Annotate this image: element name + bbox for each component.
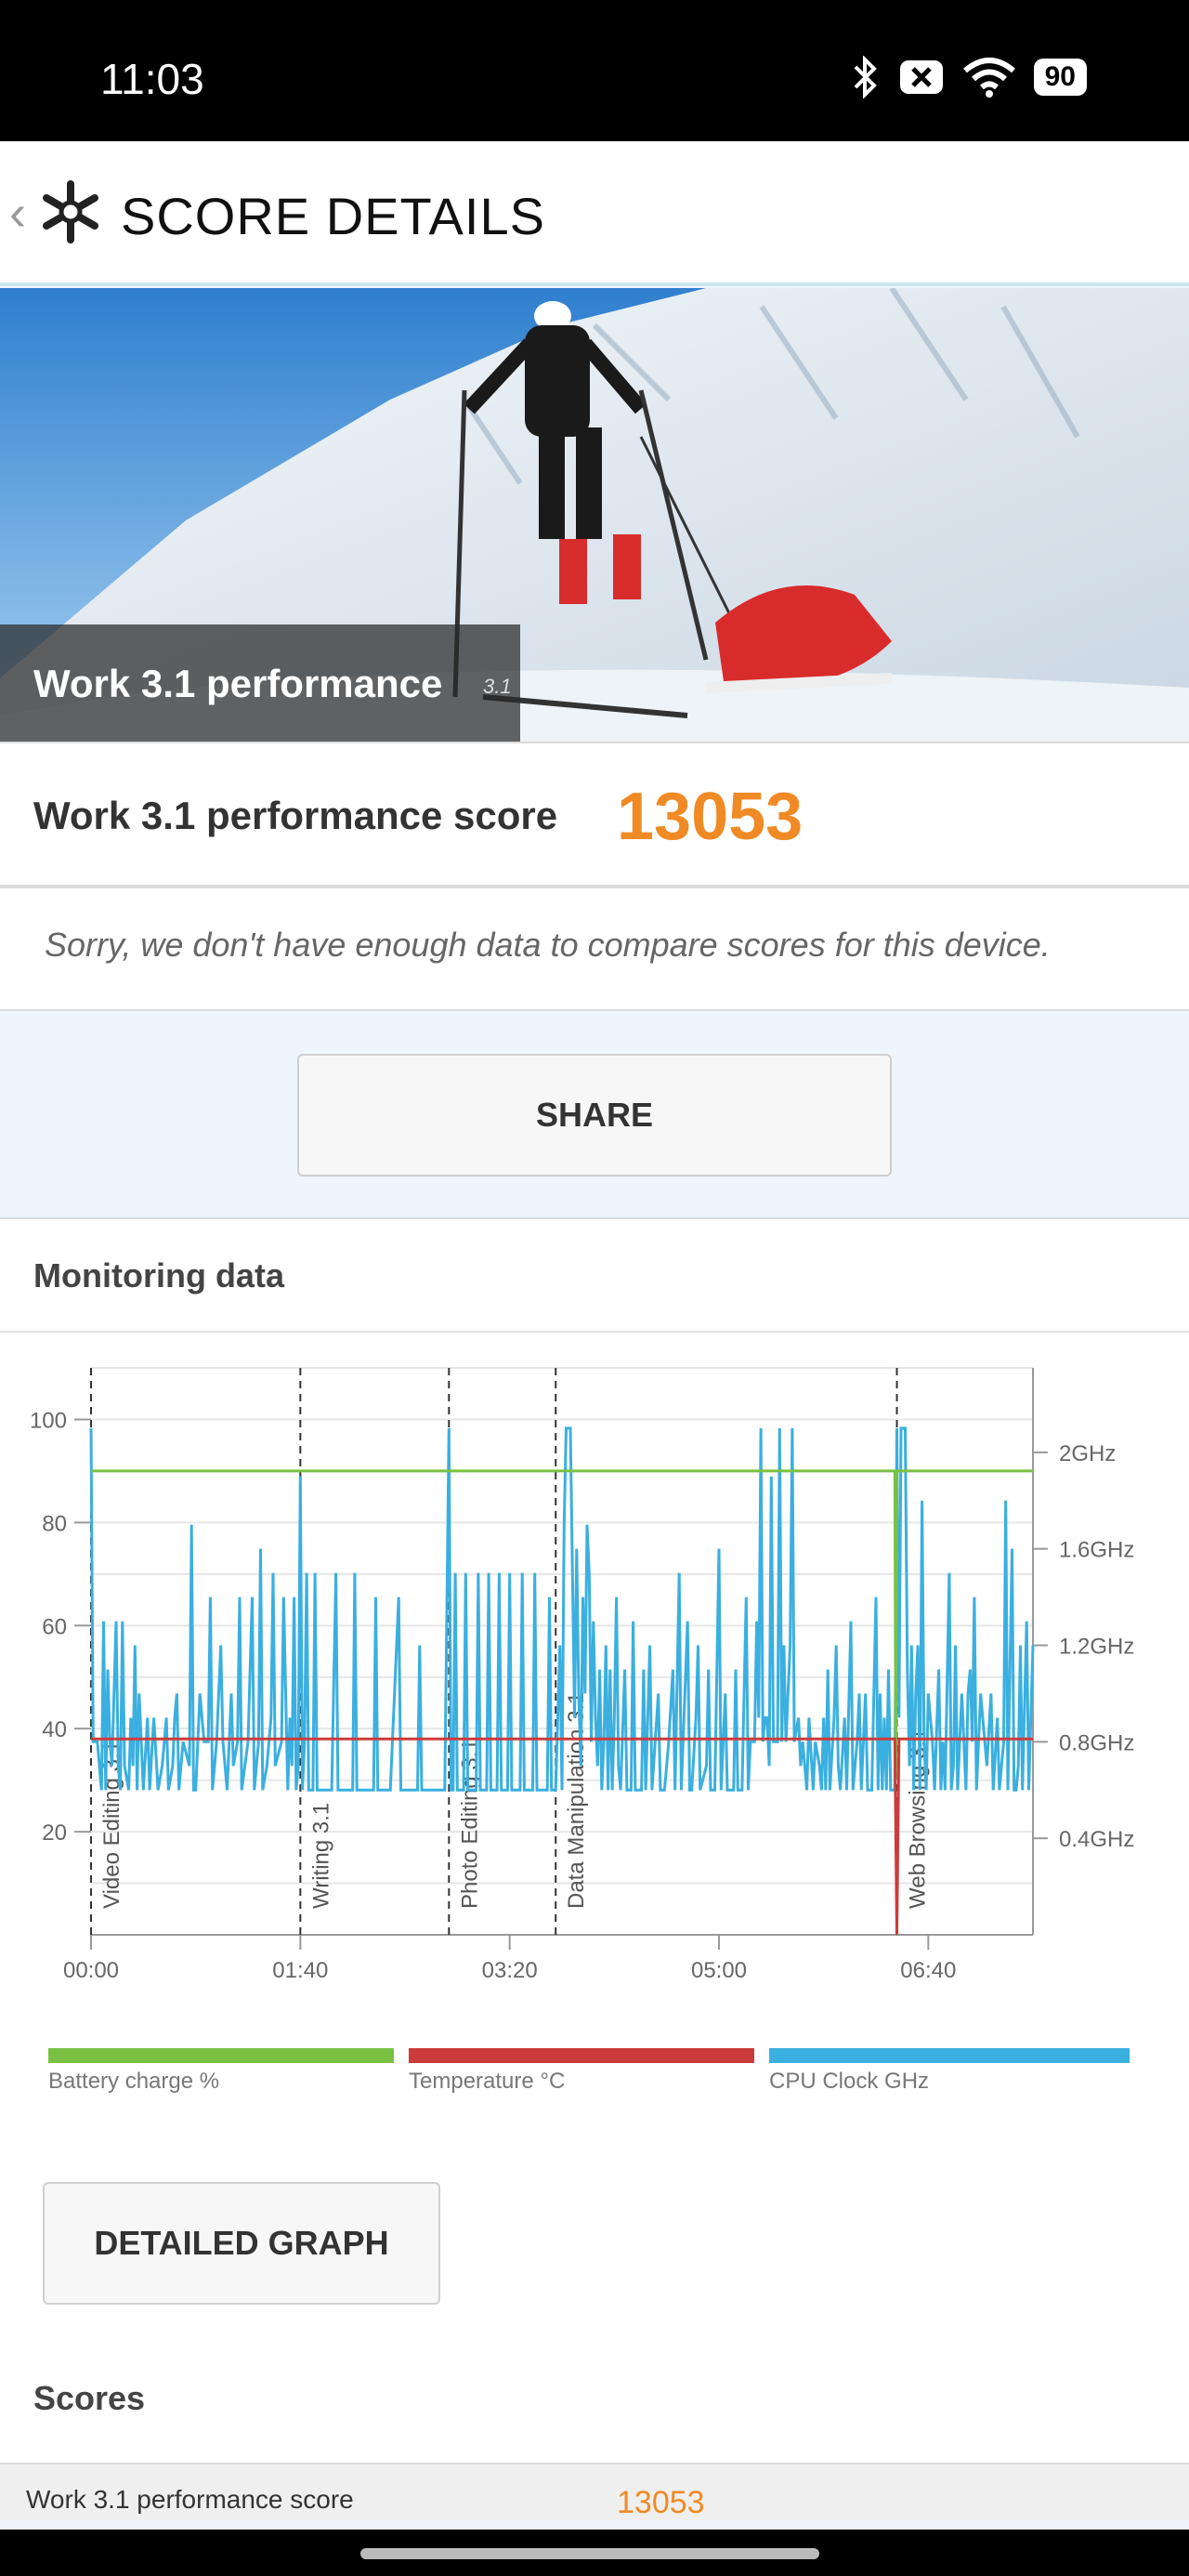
page-title: SCORE DETAILS — [121, 187, 545, 245]
legend-swatch-cpu — [769, 2048, 1130, 2063]
series-line-cpu — [89, 1426, 1035, 1792]
hero-caption: Work 3.1 performance 3.1 — [0, 624, 520, 742]
y-tick-label-left: 20 — [42, 1820, 67, 1846]
hero-version: 3.1 — [483, 675, 512, 698]
share-button[interactable]: SHARE — [297, 1054, 892, 1176]
wifi-icon — [962, 58, 1015, 98]
status-icons: 90 — [848, 56, 1087, 99]
chart-lines — [89, 1426, 1035, 1936]
monitoring-chart[interactable]: 100 80 60 40 20 2GHz 1.6GHz 1.2GHz 0.8GHz 0.4GHz 0… — [0, 1349, 1189, 2037]
section-label: Writing 3.1 — [308, 1803, 333, 1909]
hero-title: Work 3.1 performance — [33, 662, 443, 705]
legend-swatch-battery — [48, 2048, 394, 2063]
x-tick-label: 05:00 — [691, 1958, 747, 1983]
y-tick-label-left: 60 — [42, 1614, 67, 1639]
battery-indicator: 90 — [1033, 59, 1087, 96]
y-tick-label-right: 1.2GHz — [1059, 1635, 1134, 1660]
home-gesture-handle[interactable] — [360, 2548, 819, 2559]
score-row-label: Work 3.1 performance score — [26, 2485, 354, 2514]
y-tick-label-right: 0.8GHz — [1059, 1730, 1134, 1755]
no-signal-icon — [899, 60, 943, 94]
status-bar: 11:03 90 — [0, 0, 1189, 141]
score-card: Work 3.1 performance score 13053 — [0, 742, 1189, 887]
legend-swatch-temperature — [409, 2048, 754, 2063]
score-row-value: 13053 — [617, 2485, 705, 2520]
app-bar: ‹ SCORE DETAILS — [0, 141, 1189, 286]
y-tick-label-right: 0.4GHz — [1059, 1827, 1134, 1852]
legend-label-temperature: Temperature °C — [409, 2069, 566, 2094]
scores-title: Scores — [33, 2379, 146, 2417]
y-tick-label-left: 100 — [30, 1408, 67, 1433]
monitoring-title: Monitoring data — [33, 1256, 284, 1295]
x-tick-label: 03:20 — [482, 1958, 538, 1983]
legend-label-battery: Battery charge % — [48, 2069, 220, 2094]
legend-label-cpu: CPU Clock GHz — [769, 2069, 930, 2094]
hero-banner: Work 3.1 performance 3.1 — [0, 288, 1189, 742]
notice-text: Sorry, we don't have enough data to comp… — [45, 926, 1051, 964]
monitoring-card: Monitoring data 100 80 60 40 20 2GHz 1.6GHz 1.2… — [0, 1217, 1189, 2520]
status-time: 11:03 — [100, 55, 204, 103]
divider — [0, 1331, 1189, 1333]
table-row: Work 3.1 performance score 13053 — [0, 2463, 1189, 2520]
score-value: 13053 — [617, 780, 804, 854]
y-tick-label-left: 40 — [42, 1717, 67, 1742]
x-tick-label: 01:40 — [272, 1958, 328, 1983]
x-tick-label: 00:00 — [63, 1958, 119, 1983]
back-chevron-icon[interactable]: ‹ — [9, 184, 26, 242]
bluetooth-icon — [854, 56, 877, 99]
x-tick-label: 06:40 — [900, 1958, 956, 1983]
y-tick-label-right: 1.6GHz — [1059, 1538, 1134, 1563]
y-tick-label-right: 2GHz — [1059, 1441, 1116, 1466]
section-label: Photo Editing 3.1 — [457, 1739, 482, 1909]
comparison-notice: Sorry, we don't have enough data to comp… — [0, 887, 1189, 1011]
snowflake-logo-icon[interactable] — [37, 178, 104, 245]
detailed-graph-button[interactable]: DETAILED GRAPH — [43, 2182, 440, 2305]
y-tick-label-left: 80 — [42, 1511, 67, 1536]
section-label: Data Manipulation 3.1 — [564, 1692, 589, 1909]
navigation-bar — [0, 2530, 1189, 2576]
score-label: Work 3.1 performance score — [33, 794, 558, 837]
